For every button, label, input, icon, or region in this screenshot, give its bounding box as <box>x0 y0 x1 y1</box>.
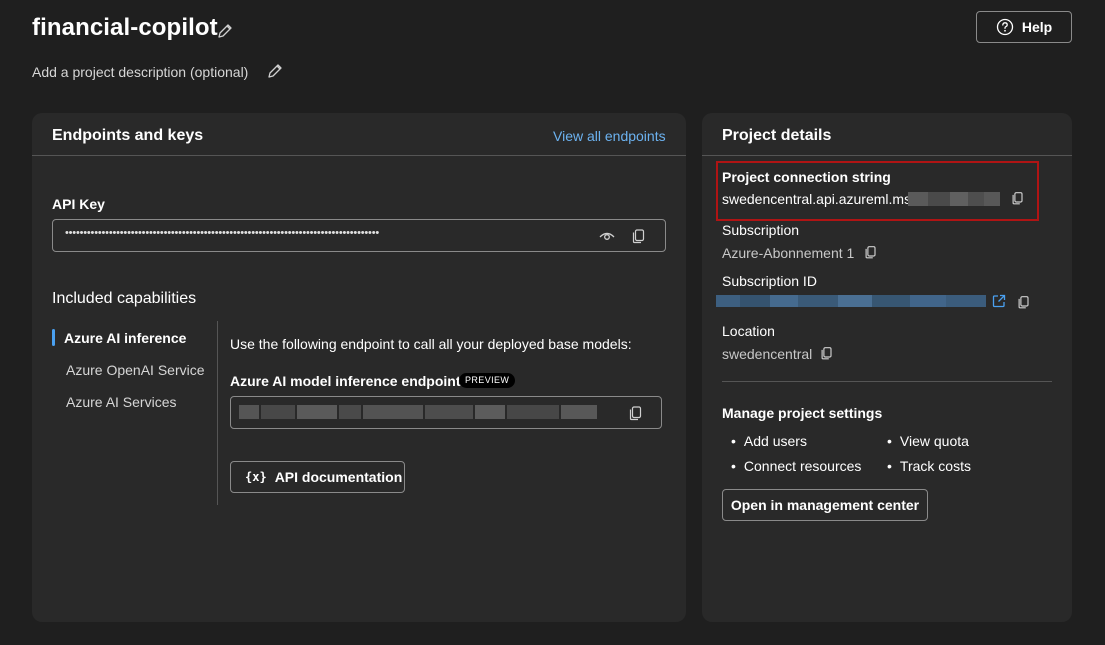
capability-tab-azure-ai-inference[interactable]: Azure AI inference <box>64 330 186 346</box>
capability-nav-divider <box>217 321 218 505</box>
variable-icon: {x} <box>245 470 267 484</box>
api-key-label: API Key <box>52 196 105 212</box>
api-key-field[interactable]: ••••••••••••••••••••••••••••••••••••••••… <box>52 219 666 252</box>
endpoints-card-divider <box>32 155 686 156</box>
included-capabilities-heading: Included capabilities <box>52 290 197 307</box>
manage-project-settings-heading: Manage project settings <box>722 405 883 421</box>
copy-api-key-icon[interactable] <box>630 227 648 245</box>
preview-badge: PREVIEW <box>459 373 516 388</box>
endpoint-label: Azure AI model inference endpoint <box>230 373 461 389</box>
project-details-title: Project details <box>722 127 832 144</box>
copy-connection-string-icon[interactable] <box>1010 190 1026 206</box>
show-key-eye-icon[interactable] <box>597 227 617 245</box>
edit-description-pencil-icon[interactable] <box>266 62 284 80</box>
page-title: financial-copilot <box>32 14 218 41</box>
subscription-label: Subscription <box>722 222 800 238</box>
connection-string-redacted <box>908 192 1000 206</box>
edit-title-pencil-icon[interactable] <box>216 22 234 40</box>
external-link-icon[interactable] <box>991 293 1007 309</box>
api-documentation-label: API documentation <box>274 469 403 485</box>
view-quota-link[interactable]: View quota <box>887 433 969 449</box>
track-costs-link[interactable]: Track costs <box>887 458 971 474</box>
subscription-id-redacted[interactable] <box>716 295 986 307</box>
connection-string-label: Project connection string <box>722 169 891 185</box>
capability-description: Use the following endpoint to call all y… <box>230 336 632 352</box>
location-label: Location <box>722 323 775 339</box>
connection-string-value: swedencentral.api.azureml.ms; <box>722 191 915 207</box>
endpoint-url-field[interactable] <box>230 396 662 429</box>
help-circle-icon <box>996 18 1014 36</box>
copy-subscription-icon[interactable] <box>863 244 879 260</box>
help-button[interactable]: Help <box>976 11 1072 43</box>
add-users-link[interactable]: Add users <box>731 433 807 449</box>
copy-subscription-id-icon[interactable] <box>1016 294 1032 310</box>
project-details-divider <box>702 155 1072 156</box>
subscription-value: Azure-Abonnement 1 <box>722 245 855 261</box>
location-value: swedencentral <box>722 346 813 362</box>
api-key-masked-value: ••••••••••••••••••••••••••••••••••••••••… <box>65 227 379 239</box>
capability-tab-azure-ai-services[interactable]: Azure AI Services <box>66 394 177 410</box>
help-label: Help <box>1021 19 1053 35</box>
selected-capability-indicator <box>52 329 55 346</box>
copy-location-icon[interactable] <box>819 345 835 361</box>
connect-resources-link[interactable]: Connect resources <box>731 458 862 474</box>
subscription-id-label: Subscription ID <box>722 273 817 289</box>
api-documentation-button[interactable]: {x} API documentation <box>230 461 405 493</box>
endpoint-redacted-value <box>239 405 619 419</box>
manage-settings-divider <box>722 381 1052 382</box>
endpoints-card-title: Endpoints and keys <box>52 127 204 144</box>
project-description-placeholder[interactable]: Add a project description (optional) <box>32 64 248 80</box>
open-management-center-button[interactable]: Open in management center <box>722 489 928 521</box>
copy-endpoint-icon[interactable] <box>627 404 645 422</box>
view-all-endpoints-link[interactable]: View all endpoints <box>553 128 666 144</box>
capability-tab-azure-openai-service[interactable]: Azure OpenAI Service <box>66 362 205 378</box>
